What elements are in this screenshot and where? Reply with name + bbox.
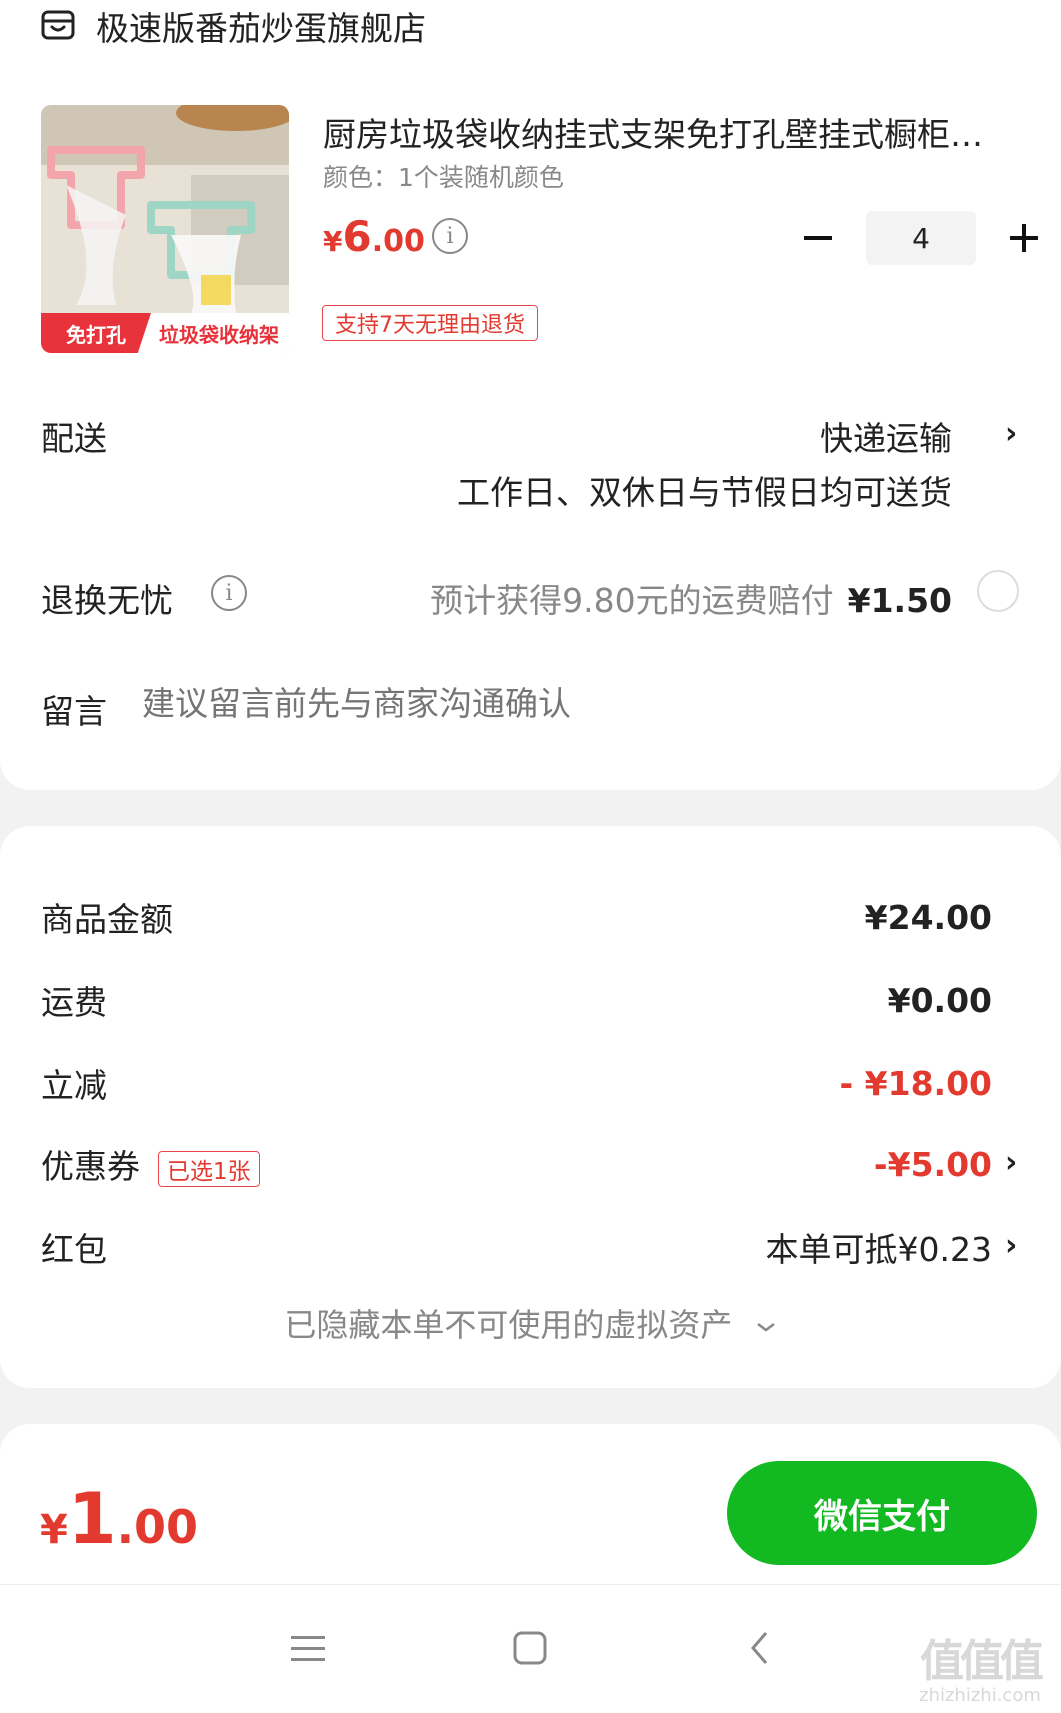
product-image[interactable]: 免打孔 垃圾袋收纳架 — [41, 105, 289, 353]
hidden-assets-toggle[interactable]: 已隐藏本单不可使用的虚拟资产 — [0, 1300, 1061, 1346]
shipping-desc: 工作日、双休日与节假日均可送货 — [457, 473, 952, 512]
return-insurance-radio[interactable] — [977, 570, 1019, 612]
return-insurance-text: 预计获得9.80元的运费赔付 ¥1.50 — [430, 574, 952, 622]
coupon-label-group: 优惠券 已选1张 — [41, 1140, 260, 1188]
message-input[interactable] — [142, 685, 942, 723]
total-integer: 1 — [67, 1478, 117, 1560]
price-info-icon[interactable]: i — [432, 218, 468, 254]
plus-icon — [1010, 224, 1038, 252]
goods-amount-label: 商品金额 — [41, 900, 173, 939]
hidden-assets-text: 已隐藏本单不可使用的虚拟资产 — [284, 1306, 733, 1344]
watermark: 值值值 zhizhizhi.com — [910, 1625, 1050, 1706]
chevron-right-icon[interactable]: › — [1005, 416, 1017, 451]
price-decimal: .00 — [371, 224, 425, 259]
image-tag-right: 垃圾袋收纳架 — [159, 322, 279, 347]
product-price: ¥ 6 .00 — [323, 212, 425, 261]
freight-value: ¥0.00 — [887, 980, 992, 1020]
quantity-input[interactable]: 4 — [866, 211, 976, 265]
price-integer: 6 — [342, 212, 372, 261]
goods-amount-value: ¥24.00 — [864, 897, 992, 937]
total-price: ¥ 1 .00 — [40, 1478, 198, 1560]
coupon-selected-tag: 已选1张 — [158, 1150, 260, 1187]
shipping-label: 配送 — [41, 419, 107, 458]
store-name: 极速版番茄炒蛋旗舰店 — [96, 9, 426, 48]
image-tag-left: 免打孔 — [41, 313, 151, 353]
back-icon[interactable] — [740, 1628, 780, 1668]
total-decimal: .00 — [116, 1500, 199, 1554]
watermark-logo: 值值值 — [920, 1636, 1044, 1687]
product-title[interactable]: 厨房垃圾袋收纳挂式支架免打孔壁挂式橱柜门背垃圾架 — [323, 108, 1013, 156]
chevron-right-icon[interactable]: › — [1005, 1228, 1017, 1263]
minus-icon — [804, 236, 832, 240]
menu-icon[interactable] — [288, 1628, 328, 1668]
message-label: 留言 — [41, 692, 107, 731]
return-insurance-price: ¥1.50 — [847, 581, 952, 620]
goods-amount-row: 商品金额 ¥24.00 — [41, 892, 992, 942]
redpacket-row[interactable]: 红包 本单可抵¥0.23 — [41, 1222, 992, 1272]
store-icon — [41, 10, 75, 40]
discount-row: 立减 - ¥18.00 — [41, 1058, 992, 1108]
decrease-button[interactable] — [790, 210, 846, 266]
order-card: 极速版番茄炒蛋旗舰店 免打孔 垃圾袋收纳架 厨房垃圾袋收纳挂式支架免打孔壁挂式橱… — [0, 0, 1061, 790]
home-icon[interactable] — [510, 1628, 550, 1668]
watermark-url: zhizhizhi.com — [919, 1685, 1041, 1706]
return-insurance-desc: 预计获得9.80元的运费赔付 — [430, 581, 834, 620]
coupon-label: 优惠券 — [41, 1147, 140, 1186]
store-header[interactable]: 极速版番茄炒蛋旗舰店 — [40, 4, 426, 48]
product-spec[interactable]: 颜色：1个装随机颜色 — [323, 158, 564, 194]
price-currency: ¥ — [323, 225, 343, 258]
redpacket-value: 本单可抵¥0.23 — [765, 1230, 992, 1269]
freight-row: 运费 ¥0.00 — [41, 975, 992, 1025]
quantity-stepper: 4 — [790, 210, 1052, 266]
coupon-row[interactable]: 优惠券 已选1张 -¥5.00 — [41, 1139, 992, 1189]
chevron-down-icon — [756, 1323, 775, 1332]
return-policy-badge: 支持7天无理由退货 — [322, 305, 538, 341]
increase-button[interactable] — [996, 210, 1052, 266]
shipping-method[interactable]: 快递运输 — [820, 412, 952, 460]
freight-label: 运费 — [41, 983, 107, 1022]
product-image-tag: 免打孔 垃圾袋收纳架 — [41, 313, 289, 353]
total-currency: ¥ — [40, 1507, 68, 1553]
wechat-pay-button[interactable]: 微信支付 — [727, 1461, 1037, 1565]
redpacket-label: 红包 — [41, 1230, 107, 1269]
discount-label: 立减 — [41, 1066, 107, 1105]
return-info-icon[interactable]: i — [211, 575, 247, 611]
return-insurance-label: 退换无忧 — [41, 581, 173, 620]
chevron-right-icon[interactable]: › — [1005, 1145, 1017, 1180]
coupon-value: -¥5.00 — [873, 1144, 992, 1184]
discount-value: - ¥18.00 — [839, 1063, 992, 1103]
